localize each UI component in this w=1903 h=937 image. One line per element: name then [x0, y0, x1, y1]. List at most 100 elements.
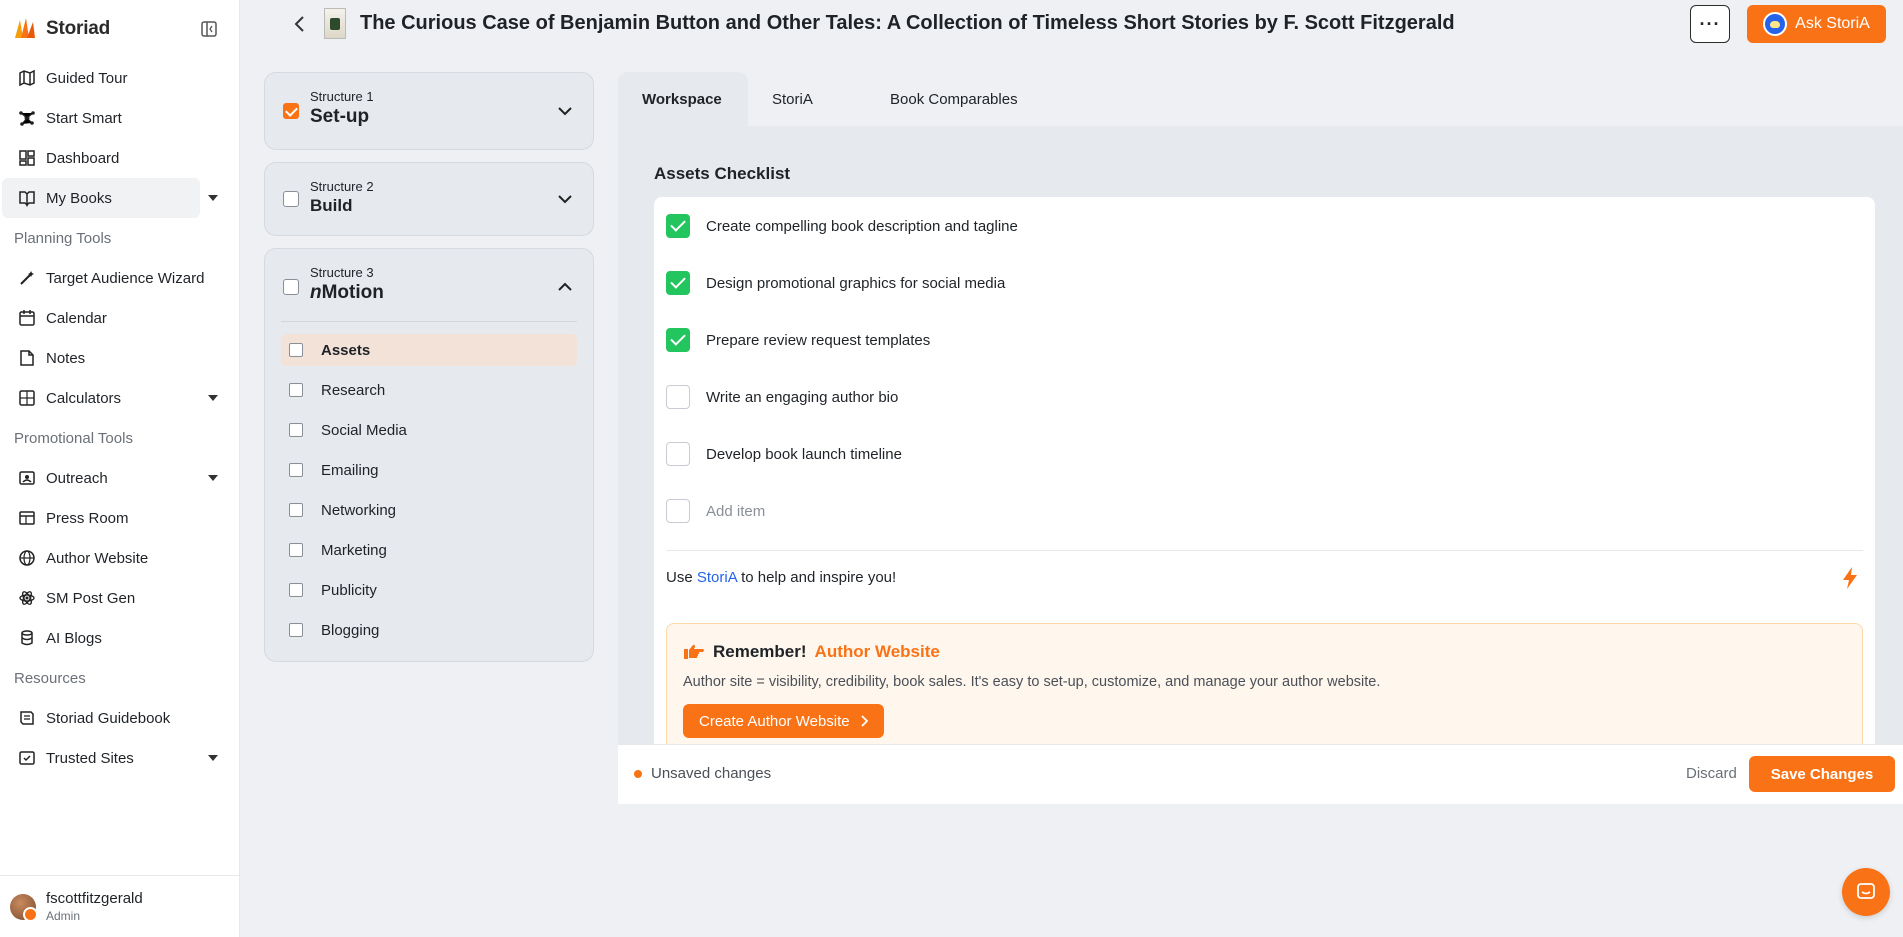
ask-storia-button[interactable]: Ask StoriA	[1747, 5, 1886, 43]
app-name: Storiad	[46, 18, 111, 39]
calendar-icon	[18, 309, 36, 327]
add-item-row[interactable]: Add item	[666, 498, 765, 524]
subitem-label: Research	[321, 381, 386, 399]
sidebar-item-author-website[interactable]: Author Website	[2, 538, 232, 578]
checklist-checkbox[interactable]	[666, 328, 690, 352]
structure-name-prefix: n	[310, 282, 322, 303]
sidebar-item-ai-blogs[interactable]: AI Blogs	[2, 618, 232, 658]
structure-name: Build	[310, 196, 353, 215]
checklist-item-text[interactable]: Design promotional graphics for social m…	[706, 275, 1005, 292]
checklist-item[interactable]: Prepare review request templates	[666, 327, 930, 353]
sidebar-item-trusted-sites[interactable]: Trusted Sites	[2, 738, 232, 778]
subitem-checkbox[interactable]	[289, 383, 303, 397]
lightning-bolt-icon[interactable]	[1841, 566, 1859, 590]
subitem-label: Blogging	[321, 621, 380, 639]
storia-link[interactable]: StoriA	[697, 569, 737, 586]
calculator-icon	[18, 389, 36, 407]
caret-down-icon[interactable]	[208, 195, 218, 201]
subitem-label: Emailing	[321, 461, 379, 479]
sidebar-item-dashboard[interactable]: Dashboard	[2, 138, 232, 178]
checklist-item[interactable]: Create compelling book description and t…	[666, 213, 1018, 239]
sidebar-item-start-smart[interactable]: Start Smart	[2, 98, 232, 138]
chat-launcher-button[interactable]	[1842, 868, 1890, 916]
subitem-marketing[interactable]: Marketing	[281, 534, 577, 566]
guidebook-icon	[18, 709, 36, 727]
subitem-social-media[interactable]: Social Media	[281, 414, 577, 446]
discard-button[interactable]: Discard	[1686, 765, 1737, 782]
sidebar-item-storiad-guidebook[interactable]: Storiad Guidebook	[2, 698, 232, 738]
sidebar-item-label: Notes	[46, 349, 86, 367]
structure-card-1: Structure 1 Set-up	[264, 72, 594, 150]
subitem-checkbox[interactable]	[289, 343, 303, 357]
subitem-assets[interactable]: Assets	[281, 334, 577, 366]
subitem-checkbox[interactable]	[289, 503, 303, 517]
tab-workspace[interactable]: Workspace	[618, 72, 748, 126]
caret-down-icon[interactable]	[208, 395, 218, 401]
sidebar-item-press-room[interactable]: Press Room	[2, 498, 232, 538]
sidebar-item-calculators[interactable]: Calculators	[2, 378, 232, 418]
structure-header[interactable]: Structure 3 nMotion	[265, 249, 593, 321]
subitem-checkbox[interactable]	[289, 423, 303, 437]
chevron-down-icon[interactable]	[555, 101, 575, 121]
chat-bubble-icon	[1857, 883, 1875, 899]
subitem-research[interactable]: Research	[281, 374, 577, 406]
back-arrow-icon[interactable]	[288, 12, 312, 36]
section-resources: Resources	[14, 669, 86, 687]
page-title: The Curious Case of Benjamin Button and …	[360, 12, 1455, 34]
structure-header[interactable]: Structure 2 Build	[265, 163, 593, 235]
subitem-emailing[interactable]: Emailing	[281, 454, 577, 486]
structure-label: Structure 2	[310, 179, 374, 194]
remember-topic[interactable]: Author Website	[815, 642, 940, 662]
subitem-publicity[interactable]: Publicity	[281, 574, 577, 606]
subitem-checkbox[interactable]	[289, 623, 303, 637]
app-logo[interactable]: Storiad	[12, 16, 110, 42]
subitem-checkbox[interactable]	[289, 543, 303, 557]
sidebar-item-label: Start Smart	[46, 109, 122, 127]
checklist-item[interactable]: Develop book launch timeline	[666, 441, 902, 467]
sidebar-item-guided-tour[interactable]: Guided Tour	[2, 58, 232, 98]
tab-storia[interactable]: StoriA	[748, 72, 837, 126]
checklist-checkbox[interactable]	[666, 271, 690, 295]
structure-header[interactable]: Structure 1 Set-up	[265, 73, 593, 149]
sidebar-item-my-books[interactable]: My Books	[2, 178, 218, 218]
checklist-checkbox[interactable]	[666, 385, 690, 409]
add-item-input[interactable]: Add item	[706, 503, 765, 520]
subitem-networking[interactable]: Networking	[281, 494, 577, 526]
sidebar-collapse-icon[interactable]	[200, 20, 218, 38]
sidebar-item-outreach[interactable]: Outreach	[2, 458, 232, 498]
checklist-title: Assets Checklist	[654, 164, 791, 183]
save-bar: Unsaved changes Discard Save Changes	[618, 744, 1903, 804]
checklist-item-text[interactable]: Create compelling book description and t…	[706, 218, 1018, 235]
chevron-up-icon[interactable]	[555, 277, 575, 297]
chevron-down-icon[interactable]	[555, 189, 575, 209]
sidebar-item-sm-post-gen[interactable]: SM Post Gen	[2, 578, 232, 618]
save-changes-button[interactable]: Save Changes	[1749, 756, 1895, 792]
checklist-checkbox[interactable]	[666, 442, 690, 466]
checklist-item-text[interactable]: Write an engaging author bio	[706, 389, 898, 406]
magic-wand-icon	[18, 269, 36, 287]
checklist-item[interactable]: Write an engaging author bio	[666, 384, 898, 410]
subitem-checkbox[interactable]	[289, 583, 303, 597]
subitem-checkbox[interactable]	[289, 463, 303, 477]
checklist-checkbox[interactable]	[666, 214, 690, 238]
sidebar-item-notes[interactable]: Notes	[2, 338, 232, 378]
checklist-item[interactable]: Design promotional graphics for social m…	[666, 270, 1005, 296]
sidebar-item-target-audience-wizard[interactable]: Target Audience Wizard	[2, 258, 232, 298]
checklist-item-text[interactable]: Develop book launch timeline	[706, 446, 902, 463]
tab-book-comparables[interactable]: Book Comparables	[866, 72, 1042, 126]
map-icon	[18, 69, 36, 87]
more-options-button[interactable]: ···	[1690, 5, 1730, 43]
structure-checkbox[interactable]	[283, 191, 299, 207]
sidebar-item-calendar[interactable]: Calendar	[2, 298, 232, 338]
structure-checkbox[interactable]	[283, 279, 299, 295]
subitem-blogging[interactable]: Blogging	[281, 614, 577, 646]
caret-down-icon[interactable]	[208, 755, 218, 761]
section-planning-tools: Planning Tools	[14, 229, 112, 247]
caret-down-icon[interactable]	[208, 475, 218, 481]
checklist-checkbox[interactable]	[666, 499, 690, 523]
structure-checkbox[interactable]	[283, 103, 299, 119]
user-profile[interactable]: fscottfitzgerald Admin	[0, 875, 240, 937]
hint-suffix: to help and inspire you!	[741, 569, 897, 586]
checklist-item-text[interactable]: Prepare review request templates	[706, 332, 930, 349]
create-author-website-button[interactable]: Create Author Website	[683, 704, 884, 738]
